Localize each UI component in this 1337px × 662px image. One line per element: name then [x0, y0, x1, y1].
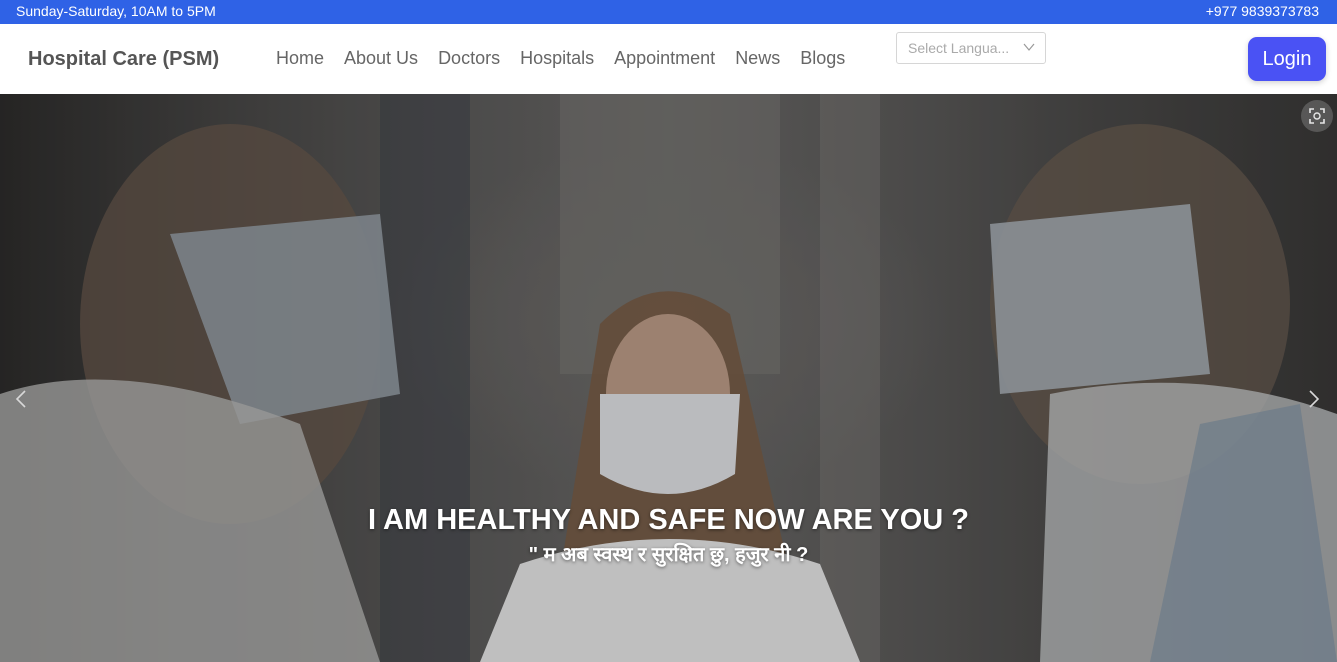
zoom-button[interactable]	[1301, 100, 1333, 132]
nav-hospitals[interactable]: Hospitals	[520, 48, 594, 69]
language-select[interactable]: Select Langua...	[896, 32, 1046, 64]
navbar: Hospital Care (PSM) Home About Us Doctor…	[0, 24, 1337, 94]
nav-home[interactable]: Home	[276, 48, 324, 69]
top-info-bar: Sunday-Saturday, 10AM to 5PM +977 983937…	[0, 0, 1337, 24]
site-brand[interactable]: Hospital Care (PSM)	[28, 48, 219, 71]
hero-subline: " म अब स्वस्थ र सुरक्षित छु, हजुर नी ?	[528, 544, 809, 566]
login-button[interactable]: Login	[1248, 37, 1326, 81]
nav-doctors[interactable]: Doctors	[438, 48, 500, 69]
hero-overlay	[0, 94, 1337, 662]
chevron-right-icon[interactable]	[1307, 390, 1321, 408]
opening-hours: Sunday-Saturday, 10AM to 5PM	[16, 3, 216, 19]
nav-about-us[interactable]: About Us	[344, 48, 418, 69]
nav-links: Home About Us Doctors Hospitals Appointm…	[276, 48, 865, 69]
nav-news[interactable]: News	[735, 48, 780, 69]
zoom-icon	[1309, 108, 1325, 124]
nav-appointment[interactable]: Appointment	[614, 48, 715, 69]
phone-number[interactable]: +977 9839373783	[1206, 3, 1319, 19]
hero-carousel: I AM HEALTHY AND SAFE NOW ARE YOU ? " म …	[0, 94, 1337, 662]
chevron-left-icon[interactable]	[14, 390, 28, 408]
language-select-placeholder: Select Langua...	[908, 40, 1010, 56]
nav-blogs[interactable]: Blogs	[800, 48, 845, 69]
chevron-down-icon	[1023, 43, 1035, 51]
hero-headline: I AM HEALTHY AND SAFE NOW ARE YOU ?	[368, 504, 969, 536]
